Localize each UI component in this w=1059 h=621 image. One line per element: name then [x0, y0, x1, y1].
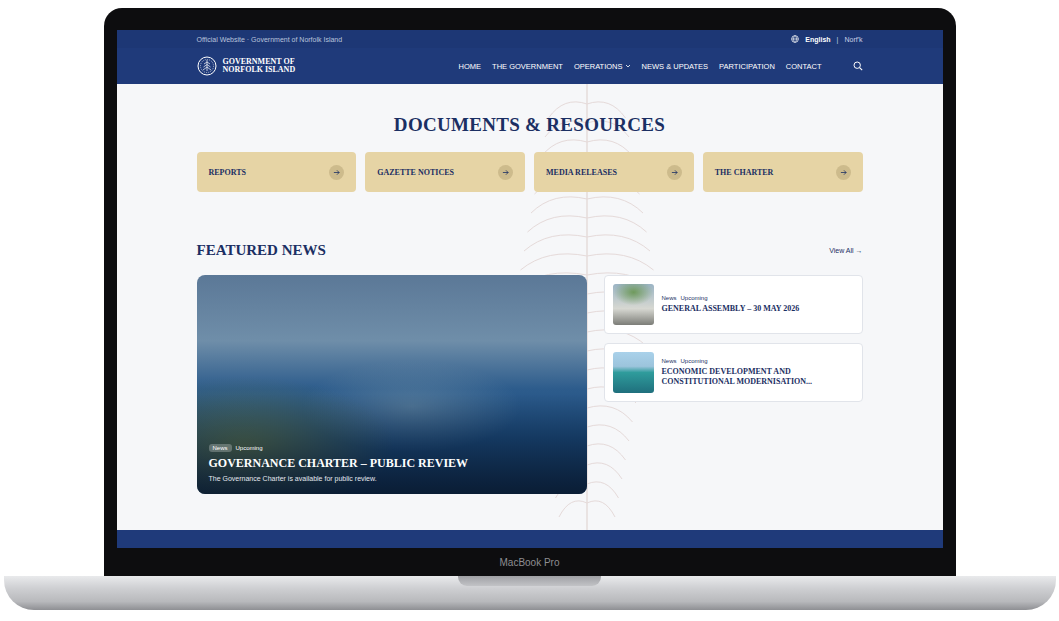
nav-label: PARTICIPATION [719, 62, 775, 71]
resource-card[interactable]: MEDIA RELEASES [534, 152, 694, 192]
laptop-notch [458, 576, 601, 586]
main-nav: HOME THE GOVERNMENT OPERATIONS NEWS & UPDAT… [459, 61, 863, 71]
search-icon[interactable] [853, 61, 863, 71]
arrow-right-icon [333, 169, 340, 176]
laptop-screen: Official Website · Government of Norfolk… [117, 30, 943, 548]
news-list: News Upcoming GENERAL ASSEMBLY – 30 MAY 20… [604, 275, 863, 494]
resource-card[interactable]: GAZETTE NOTICES [365, 152, 525, 192]
news-tag: News [662, 358, 677, 364]
site-footer [117, 530, 943, 548]
nav-item[interactable]: NEWS & UPDATES [642, 62, 709, 71]
arrow-right-icon [502, 169, 509, 176]
nav-item[interactable]: HOME [459, 62, 482, 71]
arrow-right-icon [671, 169, 678, 176]
language-option[interactable]: Norf'k [844, 36, 862, 43]
news-thumbnail [613, 284, 654, 325]
seal-icon[interactable] [197, 56, 217, 76]
featured-article[interactable]: News Upcoming GOVERNANCE CHARTER – PUBLIC … [197, 275, 587, 494]
globe-icon[interactable] [791, 35, 799, 43]
nav-item[interactable]: THE GOVERNMENT [492, 62, 563, 71]
laptop-base [4, 576, 1056, 610]
logo-line: NORFOLK ISLAND [223, 66, 296, 74]
section-heading: DOCUMENTS & RESOURCES [197, 114, 863, 136]
laptop: Official Website · Government of Norfolk… [0, 0, 1059, 610]
news-thumbnail [613, 352, 654, 393]
article-description: The Governance Charter is available for … [209, 475, 575, 482]
nav-label: CONTACT [786, 62, 822, 71]
news-item[interactable]: News Upcoming GENERAL ASSEMBLY – 30 MAY 20… [604, 275, 863, 334]
resource-label: THE CHARTER [715, 168, 774, 177]
caret-down-icon [625, 63, 631, 69]
nav-label: OPERATIONS [574, 62, 623, 71]
news-item[interactable]: News Upcoming ECONOMIC DEVELOPMENT AND CON… [604, 343, 863, 402]
site-logo[interactable]: GOVERNMENT OFNORFOLK ISLAND [197, 56, 296, 76]
top-bar: Official Website · Government of Norfolk… [117, 30, 943, 48]
nav-label: THE GOVERNMENT [492, 62, 563, 71]
nav-item[interactable]: OPERATIONS [574, 62, 631, 71]
official-notice: Official Website · Government of Norfolk… [197, 36, 343, 43]
nav-item[interactable]: CONTACT [786, 62, 822, 71]
language-separator: | [837, 36, 839, 43]
language-option[interactable]: English [805, 36, 830, 43]
nav-item[interactable]: PARTICIPATION [719, 62, 775, 71]
nav-label: HOME [459, 62, 482, 71]
view-all-link[interactable]: View All → [829, 247, 862, 254]
logo-line: GOVERNMENT OF [223, 58, 296, 66]
nav-label: NEWS & UPDATES [642, 62, 709, 71]
section-heading: FEATURED NEWS [197, 242, 326, 259]
news-tag: Upcoming [681, 295, 708, 301]
site-header: GOVERNMENT OFNORFOLK ISLAND HOME THE GOVER… [117, 48, 943, 84]
main-content: DOCUMENTS & RESOURCES REPORTS GAZETTE NOTI… [117, 84, 943, 530]
laptop-lid: Official Website · Government of Norfolk… [104, 8, 956, 576]
device-label: MacBook Pro [499, 557, 559, 568]
resource-label: REPORTS [209, 168, 247, 177]
resource-cards: REPORTS GAZETTE NOTICES MEDIA RELEASES THE … [197, 152, 863, 192]
arrow-right-icon [840, 169, 847, 176]
resource-label: MEDIA RELEASES [546, 168, 617, 177]
news-tag: News [209, 444, 232, 452]
news-title[interactable]: GENERAL ASSEMBLY – 30 MAY 2026 [662, 304, 800, 314]
resource-card[interactable]: REPORTS [197, 152, 357, 192]
language-switcher: English | Norf'k [791, 35, 862, 43]
news-tag: News [662, 295, 677, 301]
article-title[interactable]: GOVERNANCE CHARTER – PUBLIC REVIEW [209, 456, 575, 471]
news-tag: Upcoming [236, 445, 263, 451]
resource-card[interactable]: THE CHARTER [703, 152, 863, 192]
news-title[interactable]: ECONOMIC DEVELOPMENT AND CONSTITUTIONAL … [662, 367, 822, 388]
resource-label: GAZETTE NOTICES [377, 168, 454, 177]
news-tag: Upcoming [681, 358, 708, 364]
